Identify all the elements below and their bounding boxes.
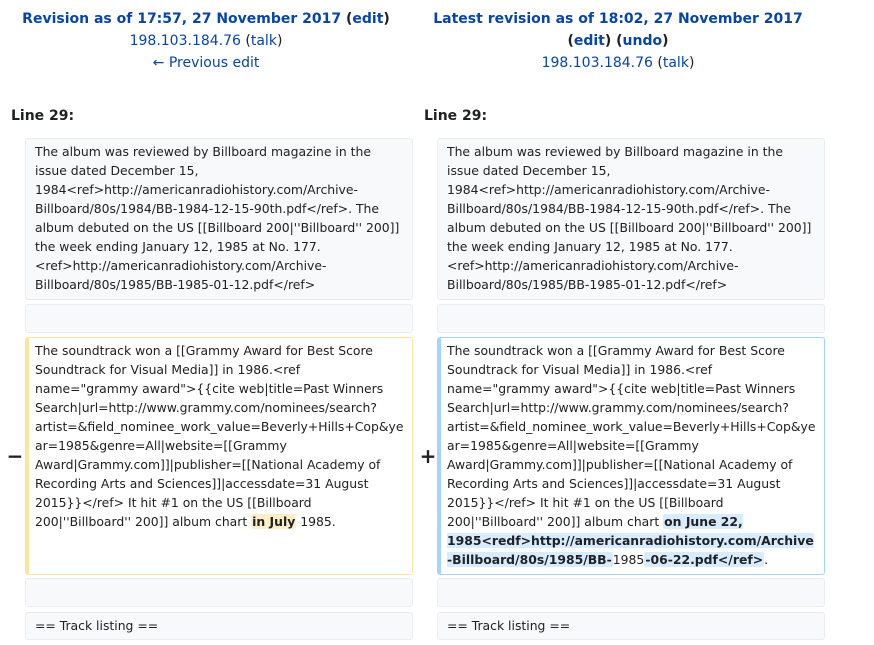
deleted-change-highlight: in July bbox=[251, 514, 297, 529]
old-edit-link[interactable]: edit bbox=[352, 11, 383, 27]
added-change-highlight-b: -06-22.pdf</ref> bbox=[644, 552, 765, 567]
new-track-listing-heading: == Track listing == bbox=[437, 612, 825, 640]
new-revision-column: Latest revision as of 18:02, 27 November… bbox=[412, 0, 824, 74]
added-text-mid: 1985 bbox=[612, 552, 645, 567]
new-context-paragraph: The album was reviewed by Billboard maga… bbox=[437, 138, 825, 300]
new-revision-header: Latest revision as of 18:02, 27 November… bbox=[433, 11, 803, 71]
new-empty-line-2 bbox=[437, 578, 825, 607]
old-revision-title-link[interactable]: Revision as of 17:57, 27 November 2017 bbox=[22, 11, 341, 27]
deletion-marker: − bbox=[6, 444, 24, 468]
new-line-number: Line 29: bbox=[424, 108, 488, 124]
deleted-paragraph: The soundtrack won a [[Grammy Award for … bbox=[25, 337, 413, 575]
old-line-number: Line 29: bbox=[11, 108, 75, 124]
old-empty-line-2 bbox=[25, 578, 413, 607]
undo-link[interactable]: undo bbox=[623, 33, 663, 49]
addition-marker: + bbox=[419, 444, 437, 468]
new-talk-link[interactable]: talk bbox=[663, 55, 689, 71]
old-context-paragraph: The album was reviewed by Billboard maga… bbox=[25, 138, 413, 300]
new-revision-title-link[interactable]: Latest revision as of 18:02, 27 November… bbox=[433, 11, 803, 27]
added-text-after: . bbox=[764, 552, 769, 567]
old-user-link[interactable]: 198.103.184.76 bbox=[130, 33, 241, 49]
added-paragraph: The soundtrack won a [[Grammy Award for … bbox=[437, 337, 825, 575]
old-revision-header: Revision as of 17:57, 27 November 2017 (… bbox=[22, 11, 390, 71]
old-empty-line bbox=[25, 304, 413, 333]
deleted-text-before: The soundtrack won a [[Grammy Award for … bbox=[35, 343, 404, 529]
old-track-listing-heading: == Track listing == bbox=[25, 612, 413, 640]
deleted-text-after: 1985. bbox=[296, 514, 336, 529]
new-user-link[interactable]: 198.103.184.76 bbox=[542, 55, 653, 71]
previous-edit-link[interactable]: ← Previous edit bbox=[153, 55, 260, 71]
new-edit-link[interactable]: edit bbox=[574, 33, 605, 49]
new-empty-line bbox=[437, 304, 825, 333]
old-revision-column: Revision as of 17:57, 27 November 2017 (… bbox=[0, 0, 412, 74]
old-talk-link[interactable]: talk bbox=[251, 33, 277, 49]
added-text-before: The soundtrack won a [[Grammy Award for … bbox=[447, 343, 816, 529]
